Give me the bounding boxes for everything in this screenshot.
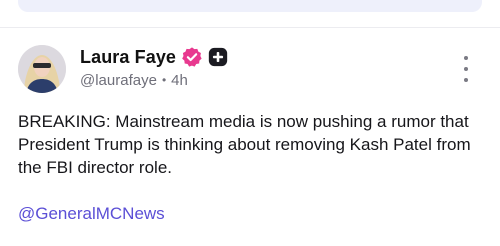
- meta-separator: •: [161, 73, 167, 87]
- author-display-name[interactable]: Laura Faye: [80, 47, 176, 68]
- author-name-row: Laura Faye: [80, 44, 229, 70]
- more-dot: [464, 78, 468, 82]
- plus-badge-icon: [207, 46, 229, 68]
- post-body-text: BREAKING: Mainstream media is now pushin…: [18, 112, 471, 177]
- more-dot: [464, 56, 468, 60]
- post-time: 4h: [171, 71, 188, 89]
- more-vertical-icon[interactable]: [456, 56, 476, 82]
- divider: [0, 27, 500, 28]
- author-meta-row: @laurafaye • 4h: [80, 70, 188, 90]
- previous-card-edge: [18, 0, 482, 12]
- more-dot: [464, 67, 468, 71]
- author-handle[interactable]: @laurafaye: [80, 72, 157, 89]
- verified-check-icon: [181, 46, 203, 68]
- avatar-photo: [18, 45, 66, 93]
- top-bar: [0, 0, 500, 28]
- mention-link[interactable]: @GeneralMCNews: [18, 204, 165, 224]
- avatar[interactable]: [18, 45, 66, 93]
